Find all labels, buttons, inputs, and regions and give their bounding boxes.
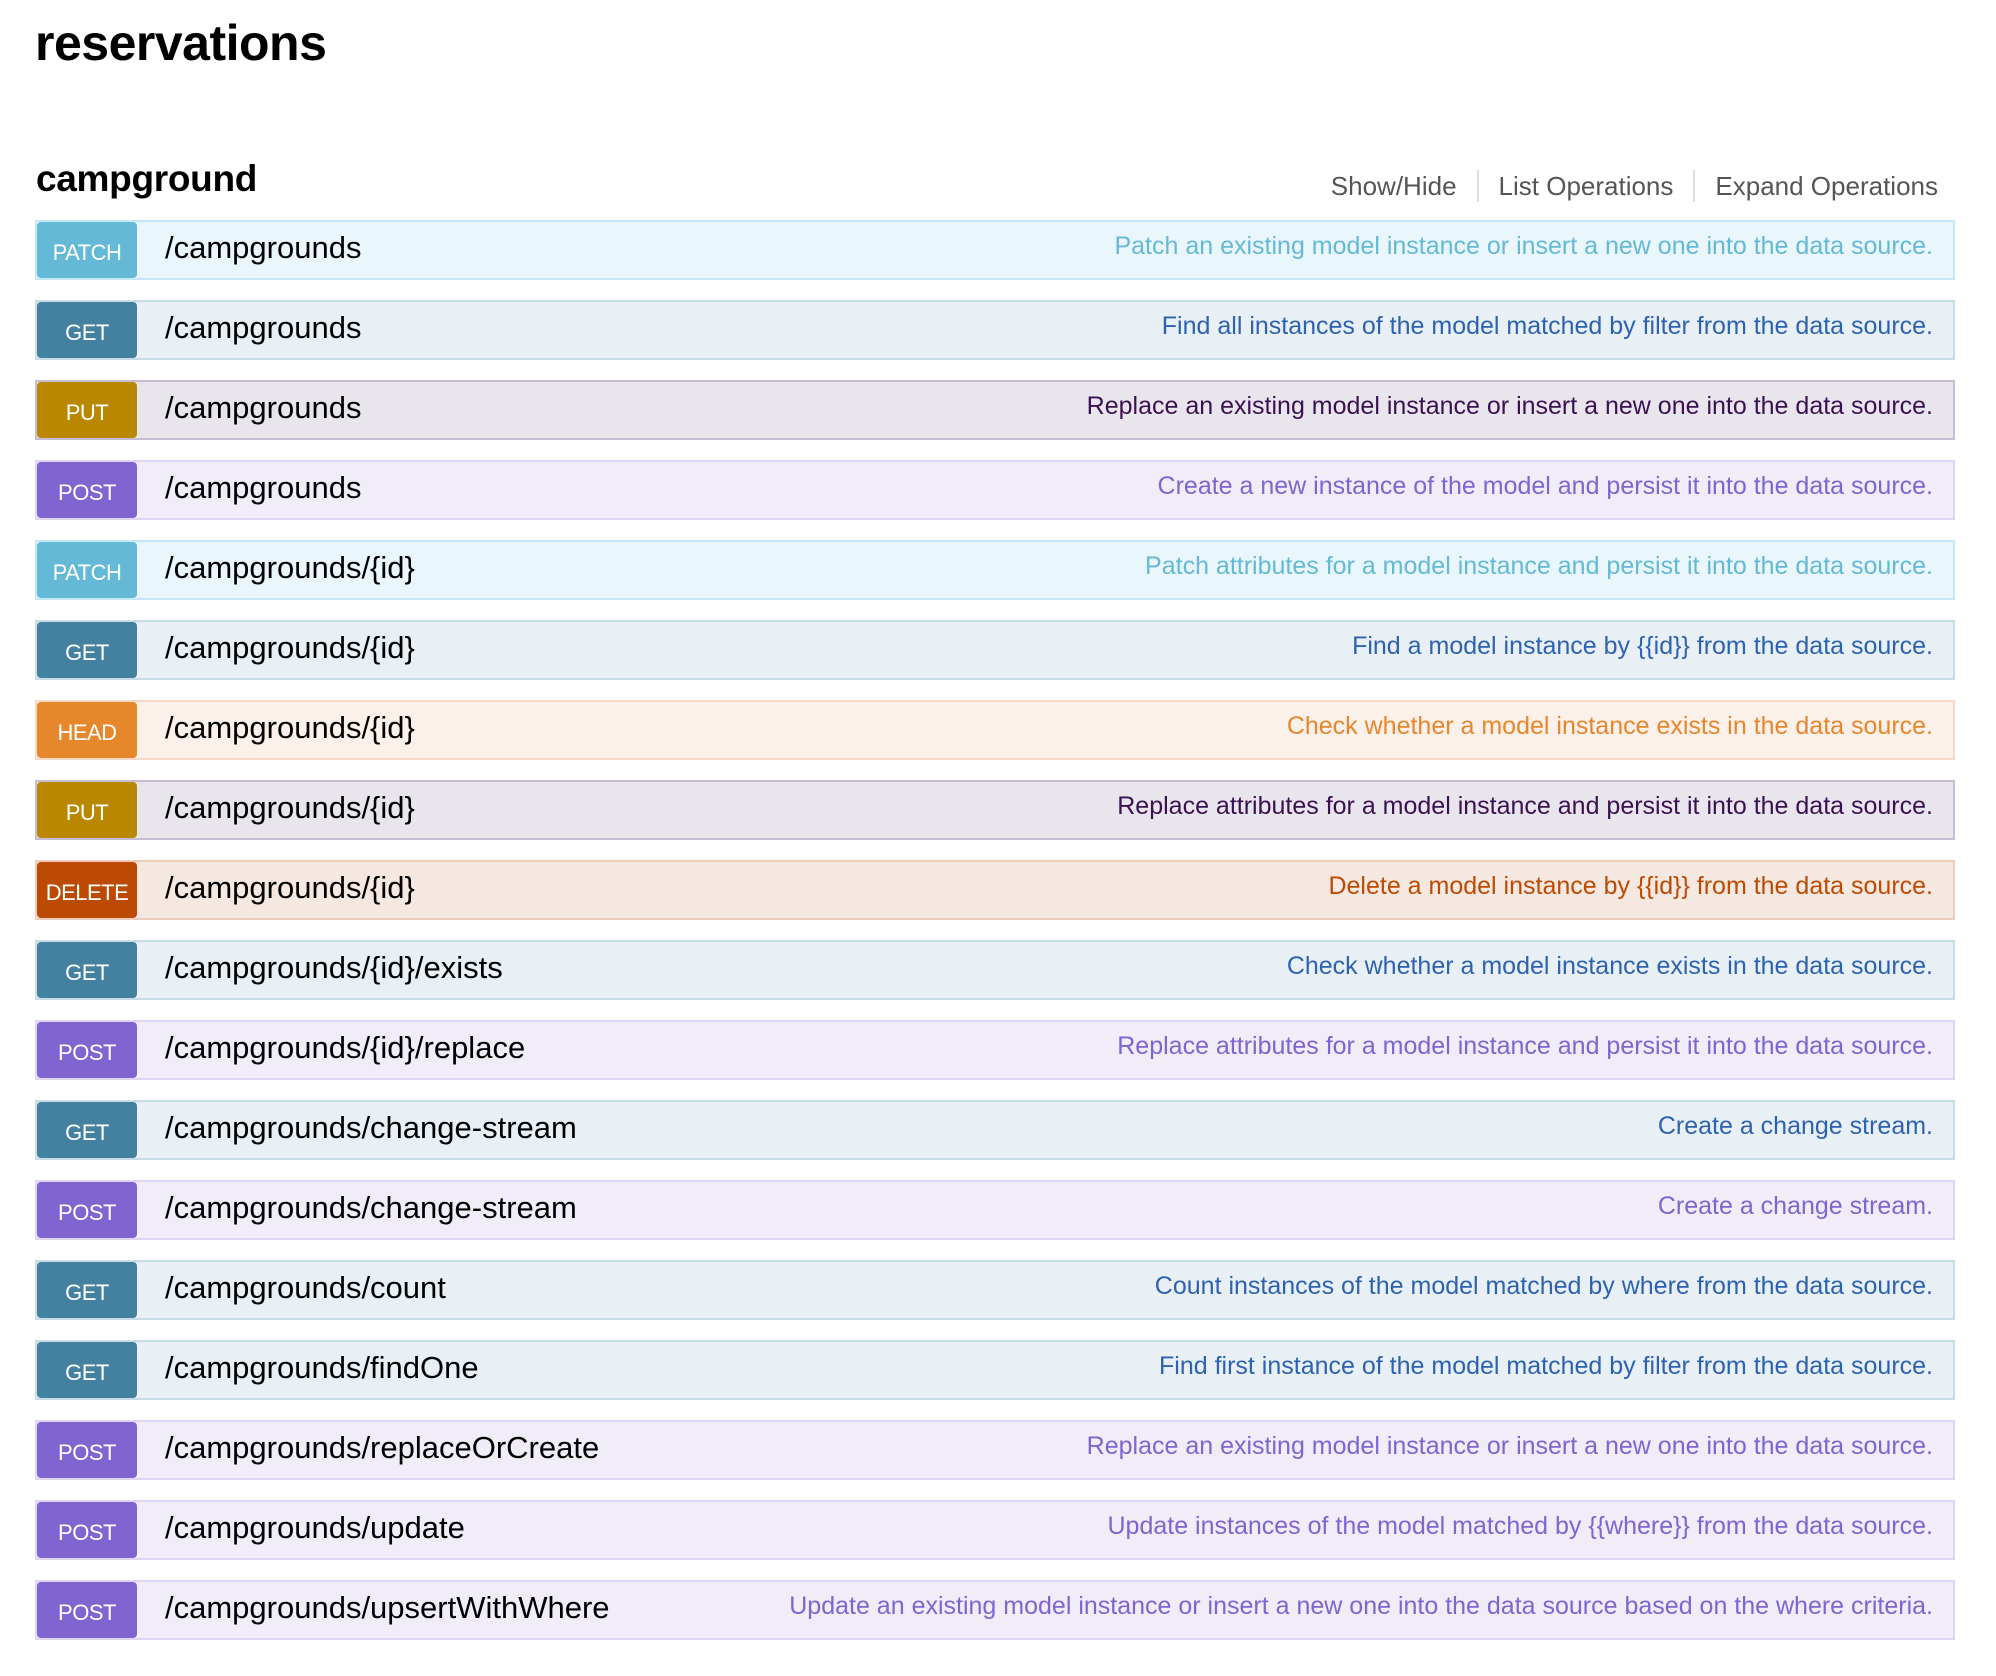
resource-actions: Show/Hide List Operations Expand Operati…: [1311, 170, 1938, 202]
operation-row[interactable]: PATCH/campgrounds/{id} Patch attributes f…: [35, 540, 1955, 600]
operation-path[interactable]: /campgrounds/change-stream: [165, 1110, 577, 1146]
http-method-badge[interactable]: GET: [37, 302, 137, 358]
operation-row[interactable]: GET/campgrounds/count Count instances of …: [35, 1260, 1955, 1320]
operation-description[interactable]: Find all instances of the model matched …: [1162, 312, 1933, 341]
operation-path[interactable]: /campgrounds/{id}/replace: [165, 1030, 525, 1066]
operation-path[interactable]: /campgrounds/count: [165, 1270, 446, 1306]
operation-row[interactable]: HEAD/campgrounds/{id} Check whether a mod…: [35, 700, 1955, 760]
operation-description[interactable]: Patch attributes for a model instance an…: [1145, 552, 1933, 581]
operation-description[interactable]: Find first instance of the model matched…: [1159, 1352, 1933, 1381]
operation-description[interactable]: Delete a model instance by {{id}} from t…: [1328, 872, 1933, 901]
operation-path[interactable]: /campgrounds/{id}/exists: [165, 950, 503, 986]
operation-description[interactable]: Create a change stream.: [1658, 1112, 1933, 1141]
operation-description[interactable]: Create a change stream.: [1658, 1192, 1933, 1221]
operation-description[interactable]: Update instances of the model matched by…: [1107, 1512, 1933, 1541]
operation-path[interactable]: /campgrounds: [165, 310, 361, 346]
operation-description[interactable]: Update an existing model instance or ins…: [789, 1592, 1933, 1621]
operation-path[interactable]: /campgrounds/{id}: [165, 710, 415, 746]
http-method-badge[interactable]: GET: [37, 1262, 137, 1318]
operation-row[interactable]: PATCH/campgrounds Patch an existing model…: [35, 220, 1955, 280]
http-method-badge[interactable]: GET: [37, 1102, 137, 1158]
http-method-badge[interactable]: GET: [37, 942, 137, 998]
resource-header: campground Show/Hide List Operations Exp…: [36, 158, 1956, 208]
http-method-badge[interactable]: POST: [37, 1182, 137, 1238]
operation-path[interactable]: /campgrounds/{id}: [165, 630, 415, 666]
operation-description[interactable]: Count instances of the model matched by …: [1155, 1272, 1933, 1301]
operation-path[interactable]: /campgrounds: [165, 230, 361, 266]
operation-row[interactable]: GET/campgrounds/findOne Find first instan…: [35, 1340, 1955, 1400]
operation-row[interactable]: POST/campgrounds Create a new instance of…: [35, 460, 1955, 520]
operation-row[interactable]: GET/campgrounds/{id}/exists Check whether…: [35, 940, 1955, 1000]
operations-list: PATCH/campgrounds Patch an existing model…: [35, 220, 1955, 1660]
operation-description[interactable]: Check whether a model instance exists in…: [1287, 712, 1933, 741]
operation-path[interactable]: /campgrounds/update: [165, 1510, 465, 1546]
operation-path[interactable]: /campgrounds/replaceOrCreate: [165, 1430, 599, 1466]
operation-path[interactable]: /campgrounds/{id}: [165, 790, 415, 826]
operation-description[interactable]: Patch an existing model instance or inse…: [1114, 232, 1933, 261]
http-method-badge[interactable]: DELETE: [37, 862, 137, 918]
operation-row[interactable]: PUT/campgrounds/{id} Replace attributes f…: [35, 780, 1955, 840]
operation-description[interactable]: Create a new instance of the model and p…: [1158, 472, 1933, 501]
operation-path[interactable]: /campgrounds: [165, 470, 361, 506]
page-title: reservations: [35, 15, 327, 71]
show-hide-link[interactable]: Show/Hide: [1311, 170, 1477, 202]
operation-row[interactable]: POST/campgrounds/change-stream Create a c…: [35, 1180, 1955, 1240]
operation-row[interactable]: GET/campgrounds/{id} Find a model instanc…: [35, 620, 1955, 680]
operation-row[interactable]: GET/campgrounds Find all instances of the…: [35, 300, 1955, 360]
http-method-badge[interactable]: PATCH: [37, 222, 137, 278]
http-method-badge[interactable]: POST: [37, 1422, 137, 1478]
http-method-badge[interactable]: POST: [37, 1502, 137, 1558]
operation-description[interactable]: Replace attributes for a model instance …: [1117, 792, 1933, 821]
http-method-badge[interactable]: GET: [37, 622, 137, 678]
operation-row[interactable]: POST/campgrounds/replaceOrCreate Replace …: [35, 1420, 1955, 1480]
expand-operations-link[interactable]: Expand Operations: [1695, 170, 1938, 202]
operation-path[interactable]: /campgrounds/findOne: [165, 1350, 479, 1386]
http-method-badge[interactable]: GET: [37, 1342, 137, 1398]
resource-title[interactable]: campground: [36, 158, 257, 200]
operation-path[interactable]: /campgrounds/change-stream: [165, 1190, 577, 1226]
operation-path[interactable]: /campgrounds/upsertWithWhere: [165, 1590, 610, 1626]
http-method-badge[interactable]: PUT: [37, 382, 137, 438]
operation-description[interactable]: Find a model instance by {{id}} from the…: [1352, 632, 1933, 661]
list-operations-link[interactable]: List Operations: [1479, 170, 1694, 202]
operation-row[interactable]: POST/campgrounds/{id}/replace Replace att…: [35, 1020, 1955, 1080]
http-method-badge[interactable]: PATCH: [37, 542, 137, 598]
operation-row[interactable]: PUT/campgrounds Replace an existing model…: [35, 380, 1955, 440]
operation-row[interactable]: DELETE/campgrounds/{id} Delete a model in…: [35, 860, 1955, 920]
operation-path[interactable]: /campgrounds/{id}: [165, 550, 415, 586]
operation-path[interactable]: /campgrounds: [165, 390, 361, 426]
operation-description[interactable]: Replace attributes for a model instance …: [1117, 1032, 1933, 1061]
operation-row[interactable]: GET/campgrounds/change-stream Create a ch…: [35, 1100, 1955, 1160]
operation-description[interactable]: Replace an existing model instance or in…: [1087, 1432, 1933, 1461]
http-method-badge[interactable]: POST: [37, 1022, 137, 1078]
operation-row[interactable]: POST/campgrounds/update Update instances …: [35, 1500, 1955, 1560]
http-method-badge[interactable]: POST: [37, 1582, 137, 1638]
http-method-badge[interactable]: PUT: [37, 782, 137, 838]
http-method-badge[interactable]: POST: [37, 462, 137, 518]
operation-description[interactable]: Replace an existing model instance or in…: [1087, 392, 1933, 421]
http-method-badge[interactable]: HEAD: [37, 702, 137, 758]
operation-description[interactable]: Check whether a model instance exists in…: [1287, 952, 1933, 981]
operation-row[interactable]: POST/campgrounds/upsertWithWhere Update a…: [35, 1580, 1955, 1640]
operation-path[interactable]: /campgrounds/{id}: [165, 870, 415, 906]
